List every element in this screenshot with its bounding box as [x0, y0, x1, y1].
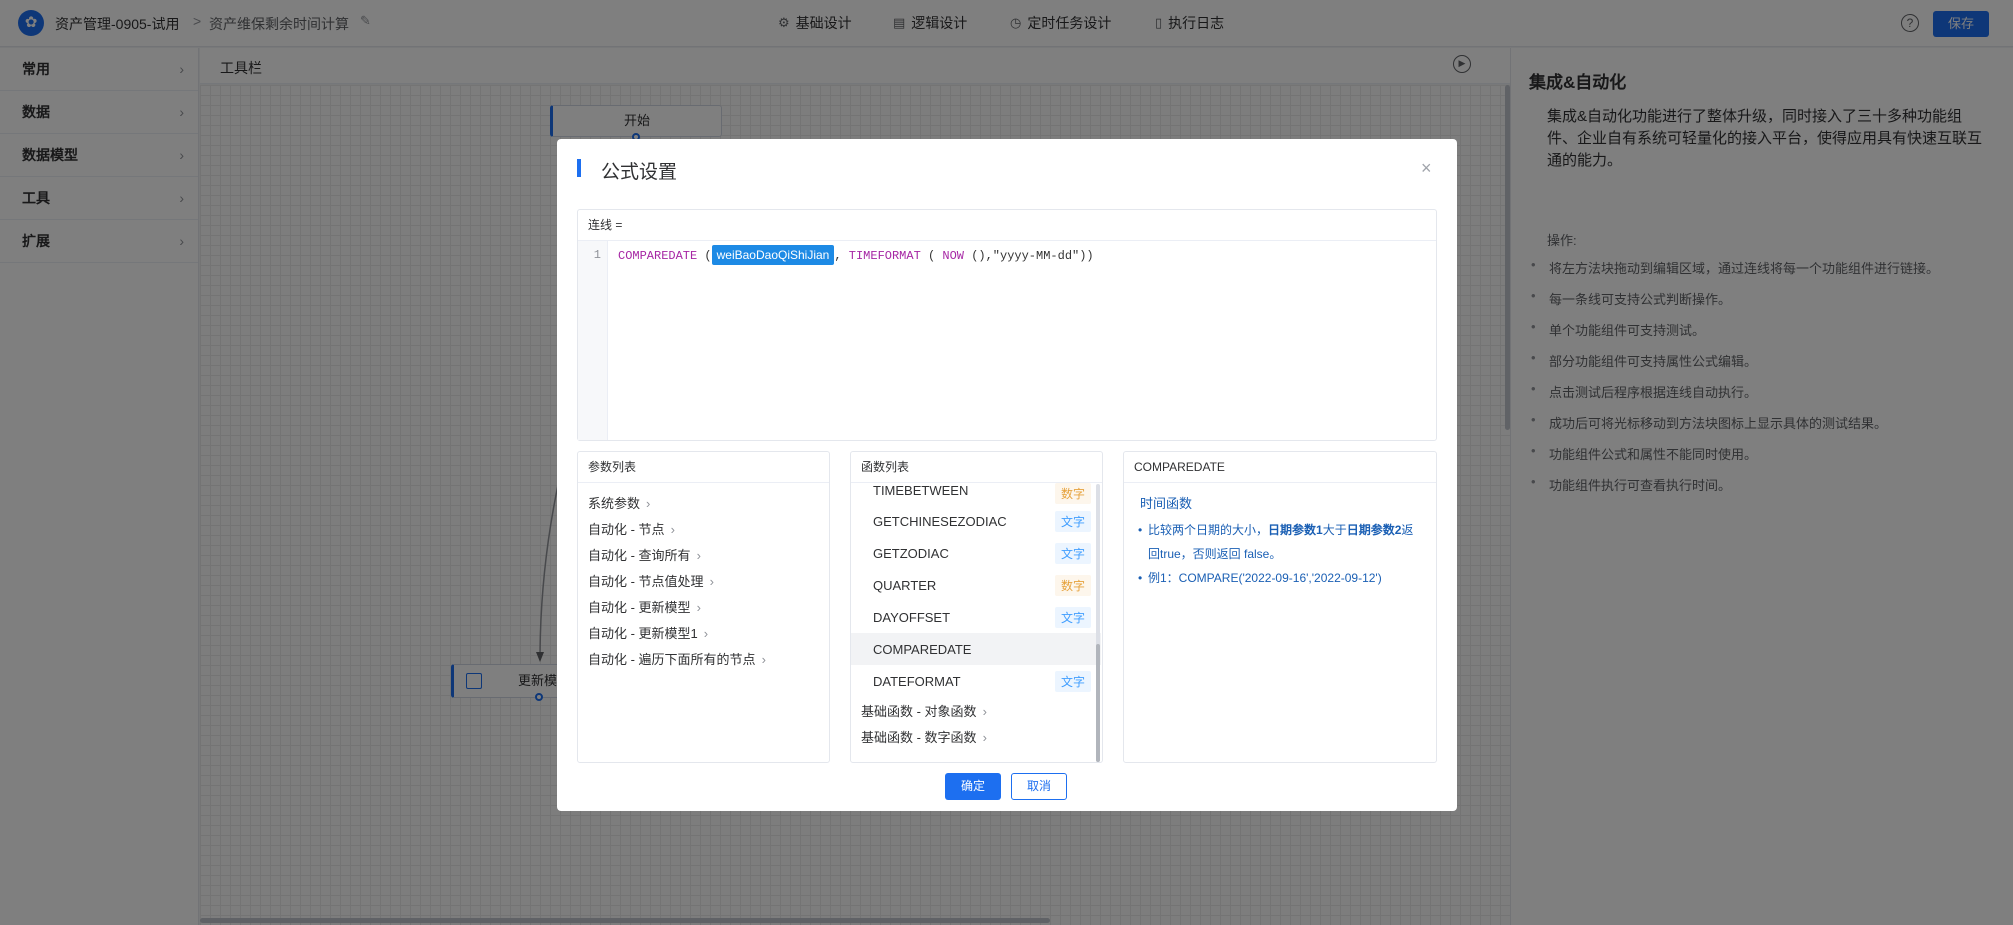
scrollbar-thumb[interactable]: [1096, 644, 1100, 762]
chevron-right-icon: ›: [703, 626, 709, 641]
function-token: COMPAREDATE: [618, 249, 698, 263]
chevron-right-icon: ›: [696, 548, 701, 563]
type-badge: 文字: [1054, 670, 1091, 692]
parameter-item[interactable]: 自动化 - 更新模型1 ›: [578, 621, 829, 647]
function-name: GETCHINESEZODIAC: [873, 513, 1007, 529]
function-item-selected[interactable]: COMPAREDATE: [851, 633, 1101, 665]
group-label: 基础函数 - 数字函数: [861, 729, 977, 745]
parameter-label: 自动化 - 更新模型: [588, 600, 691, 615]
function-name: TIMEBETWEEN: [873, 483, 969, 498]
parameter-chip[interactable]: weiBaoDaoQiShiJian: [711, 245, 835, 265]
function-item[interactable]: GETZODIAC 文字: [851, 537, 1101, 569]
function-group[interactable]: 基础函数 - 对象函数 ›: [851, 697, 1101, 723]
formula-code-line[interactable]: COMPAREDATE (weiBaoDaoQiShiJian, TIMEFOR…: [618, 245, 1094, 265]
type-badge: 文字: [1054, 542, 1091, 564]
panel-title: 参数列表: [578, 452, 829, 483]
function-token: NOW: [942, 249, 964, 263]
parameter-label: 自动化 - 查询所有: [588, 548, 691, 563]
code-punct: (: [697, 249, 712, 263]
confirm-button[interactable]: 确定: [945, 773, 1001, 800]
doc-text: 比较两个日期的大小，: [1148, 523, 1269, 537]
panel-title: 函数列表: [851, 452, 1102, 483]
function-doc: 时间函数 比较两个日期的大小，日期参数1大于日期参数2返回true，否则返回 f…: [1124, 483, 1436, 600]
parameter-label: 自动化 - 节点值处理: [588, 574, 704, 589]
function-name: COMPAREDATE: [873, 641, 972, 657]
function-group[interactable]: 基础函数 - 数字函数 ›: [851, 723, 1101, 749]
function-item[interactable]: GETCHINESEZODIAC 文字: [851, 505, 1101, 537]
editor-header: 连线 =: [578, 210, 1436, 241]
doc-text: 大于: [1322, 523, 1347, 537]
parameter-item[interactable]: 系统参数 ›: [578, 491, 829, 517]
function-name: QUARTER: [873, 577, 937, 593]
doc-emphasis: 日期参数1: [1268, 523, 1323, 537]
close-icon[interactable]: ×: [1421, 158, 1432, 179]
chevron-right-icon: ›: [696, 600, 701, 615]
code-punct: (: [920, 249, 943, 263]
parameter-item[interactable]: 自动化 - 遍历下面所有的节点 ›: [578, 647, 829, 673]
function-name: GETZODIAC: [873, 545, 949, 561]
function-description: 比较两个日期的大小，日期参数1大于日期参数2返回true，否则返回 false。: [1138, 518, 1422, 566]
parameter-list-panel: 参数列表 系统参数 › 自动化 - 节点 › 自动化 - 查询所有 › 自动化 - 节…: [577, 451, 830, 763]
function-list-scrollbar[interactable]: [1096, 484, 1100, 762]
function-token: TIMEFORMAT: [848, 249, 921, 263]
dialog-title: 公式设置: [601, 162, 678, 183]
parameter-label: 自动化 - 节点: [588, 522, 665, 537]
formula-editor[interactable]: 连线 = 1 COMPAREDATE (weiBaoDaoQiShiJian, …: [577, 209, 1437, 441]
chevron-right-icon: ›: [761, 652, 766, 667]
function-doc-panel: COMPAREDATE 时间函数 比较两个日期的大小，日期参数1大于日期参数2返…: [1123, 451, 1437, 763]
line-number: 1: [593, 248, 601, 262]
code-rest: (),"yyyy-MM-dd")): [964, 249, 1094, 263]
chevron-right-icon: ›: [982, 729, 987, 745]
chevron-right-icon: ›: [709, 574, 714, 589]
line-number-gutter: 1: [578, 241, 608, 440]
function-item[interactable]: TIMEBETWEEN 数字: [851, 483, 1101, 505]
cancel-button[interactable]: 取消: [1011, 773, 1067, 800]
function-item[interactable]: DAYOFFSET 文字: [851, 601, 1101, 633]
parameter-item[interactable]: 自动化 - 查询所有 ›: [578, 543, 829, 569]
parameter-label: 系统参数: [588, 496, 641, 511]
type-badge: 文字: [1054, 510, 1091, 532]
parameter-label: 自动化 - 更新模型1: [588, 626, 698, 641]
chevron-right-icon: ›: [670, 522, 675, 537]
chevron-right-icon: ›: [982, 703, 987, 719]
type-badge: 文字: [1054, 606, 1091, 628]
parameter-item[interactable]: 自动化 - 更新模型 ›: [578, 595, 829, 621]
function-item[interactable]: QUARTER 数字: [851, 569, 1101, 601]
doc-emphasis: 日期参数2: [1346, 523, 1402, 537]
function-name: DAYOFFSET: [873, 609, 951, 625]
panel-title: COMPAREDATE: [1124, 452, 1436, 483]
function-item[interactable]: DATEFORMAT 文字: [851, 665, 1101, 697]
parameter-item[interactable]: 自动化 - 节点 ›: [578, 517, 829, 543]
parameter-label: 自动化 - 遍历下面所有的节点: [588, 652, 756, 667]
function-example: 例1：COMPARE('2022-09-16','2022-09-12'): [1138, 566, 1422, 590]
code-punct: ,: [834, 249, 849, 263]
parameter-item[interactable]: 自动化 - 节点值处理 ›: [578, 569, 829, 595]
function-list-panel: 函数列表 TIMEBETWEEN 数字 GETCHINESEZODIAC 文字 GE…: [850, 451, 1103, 763]
group-label: 基础函数 - 对象函数: [861, 703, 977, 719]
chevron-right-icon: ›: [646, 496, 651, 511]
formula-settings-dialog: 公式设置 × 连线 = 1 COMPAREDATE (weiBaoDaoQiSh…: [557, 139, 1457, 811]
type-badge: 数字: [1054, 483, 1091, 504]
function-list[interactable]: TIMEBETWEEN 数字 GETCHINESEZODIAC 文字 GETZODI…: [851, 483, 1101, 762]
function-category: 时间函数: [1140, 496, 1193, 511]
function-name: DATEFORMAT: [873, 673, 961, 689]
title-accent-bar: [577, 159, 581, 177]
type-badge: 数字: [1054, 574, 1091, 596]
